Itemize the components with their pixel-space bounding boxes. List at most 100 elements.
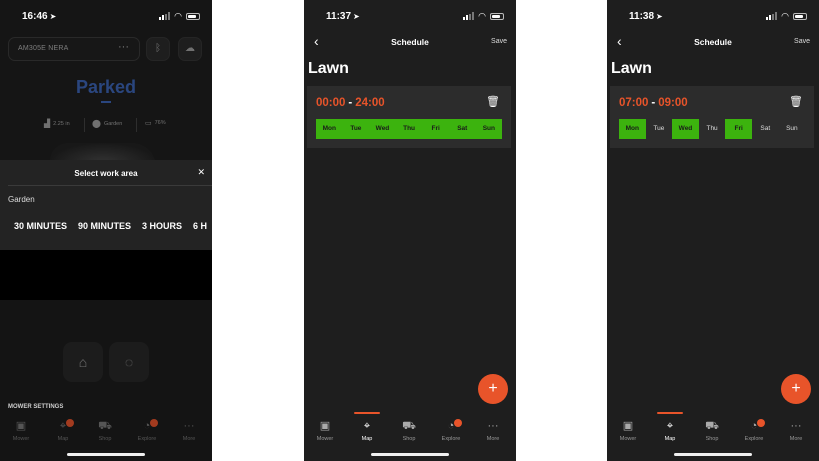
select-work-area-sheet: Select work area ✕ Garden 30 MINUTES 90 … xyxy=(0,160,212,250)
lightbulb-icon: ◔ xyxy=(750,420,758,432)
cart-icon: ⛟ xyxy=(705,420,719,432)
cut-height-value: 2.25 in xyxy=(53,120,70,127)
tab-more[interactable]: ··· More xyxy=(775,419,817,442)
location-arrow-icon: ➤ xyxy=(49,12,57,21)
end-time: 24:00 xyxy=(355,97,385,109)
tab-shop[interactable]: ⛟ Shop xyxy=(691,419,733,442)
bluetooth-icon: ᛒ xyxy=(155,43,161,54)
duration-90-minutes[interactable]: 90 MINUTES xyxy=(78,221,131,231)
save-button[interactable]: Save xyxy=(794,38,810,45)
cloud-button[interactable]: ☁ xyxy=(178,37,202,61)
day-wed[interactable]: Wed xyxy=(672,119,699,139)
status-bar: 16:46 ➤ ◠ xyxy=(0,0,212,34)
overlay-band xyxy=(0,250,212,300)
time-range[interactable]: 00:00-24:00 xyxy=(316,97,385,109)
tab-more[interactable]: ··· More xyxy=(168,419,210,442)
tab-map[interactable]: ⌖ Map xyxy=(42,419,84,442)
map-pin-icon: ⌖ xyxy=(59,420,67,432)
status-time: 11:38 xyxy=(629,11,655,22)
more-icon: ··· xyxy=(790,420,802,432)
home-indicator xyxy=(67,453,145,456)
day-fri[interactable]: Fri xyxy=(725,119,752,139)
notification-badge xyxy=(66,419,74,427)
duration-options: 30 MINUTES 90 MINUTES 3 HOURS 6 H xyxy=(14,221,207,231)
area-value: Garden xyxy=(103,120,123,127)
end-time: 09:00 xyxy=(658,97,688,109)
tab-shop[interactable]: ⛟ Shop xyxy=(84,419,126,442)
cart-icon: ⛟ xyxy=(402,420,416,432)
day-mon[interactable]: Mon xyxy=(619,119,646,139)
page-title: Schedule xyxy=(391,37,429,47)
save-button[interactable]: Save xyxy=(491,38,507,45)
tab-mower[interactable]: ▣ Mower xyxy=(304,419,346,442)
loading-spinner-icon: ◌ xyxy=(124,354,134,370)
notification-badge xyxy=(454,419,462,427)
add-schedule-button[interactable]: + xyxy=(478,374,508,404)
more-options-icon[interactable]: ··· xyxy=(118,41,129,53)
home-icon: ⌂ xyxy=(78,354,88,370)
bluetooth-button[interactable]: ᛒ xyxy=(146,37,170,61)
tab-explore[interactable]: ◔ Explore xyxy=(126,419,168,442)
divider xyxy=(8,185,212,186)
start-time: 07:00 xyxy=(619,97,649,109)
tab-explore[interactable]: ◔ Explore xyxy=(733,419,775,442)
status-bar: 11:37 ➤ ◠ xyxy=(304,0,516,34)
signal-icon xyxy=(766,12,778,20)
tab-map[interactable]: ⌖ Map xyxy=(649,412,691,442)
day-tue[interactable]: Tue xyxy=(342,119,370,139)
day-fri[interactable]: Fri xyxy=(422,119,449,139)
location-pin-icon: ⬤ xyxy=(92,119,101,128)
status-underline xyxy=(101,101,111,103)
map-pin-icon: ⌖ xyxy=(666,420,674,432)
duration-3-hours[interactable]: 3 HOURS xyxy=(142,221,182,231)
work-area-option[interactable]: Garden xyxy=(8,195,35,204)
day-selector: Mon Tue Wed Thu Fri Sat Sun xyxy=(316,119,503,139)
tab-map[interactable]: ⌖ Map xyxy=(346,412,388,442)
cut-height-icon: ▟ xyxy=(44,119,51,128)
signal-icon xyxy=(463,12,475,20)
schedule-card[interactable]: 07:00-09:00 🗑︎ Mon Tue Wed Thu Fri Sat S… xyxy=(610,86,814,148)
day-sun[interactable]: Sun xyxy=(475,119,503,139)
mower-status: Parked xyxy=(75,77,137,97)
wifi-icon: ◠ xyxy=(781,11,789,21)
mower-icon: ▣ xyxy=(319,420,331,432)
lightbulb-icon: ◔ xyxy=(447,420,455,432)
trash-icon[interactable]: 🗑︎ xyxy=(486,95,500,108)
mower-screen: 16:46 ➤ ◠ AM305E NERA ··· ᛒ ☁ Parked ▟ 2.2… xyxy=(0,0,212,461)
day-sat[interactable]: Sat xyxy=(752,119,779,139)
battery-icon xyxy=(793,12,807,20)
tab-explore[interactable]: ◔ Explore xyxy=(430,419,472,442)
park-button[interactable]: ⌂ xyxy=(63,342,103,382)
day-sun[interactable]: Sun xyxy=(779,119,806,139)
add-schedule-button[interactable]: + xyxy=(781,374,811,404)
wifi-icon: ◠ xyxy=(478,11,486,21)
divider xyxy=(136,118,137,132)
tab-more[interactable]: ··· More xyxy=(472,419,514,442)
mower-icon: ▣ xyxy=(622,420,634,432)
duration-6-hours[interactable]: 6 H xyxy=(193,221,207,231)
mower-selector[interactable]: AM305E NERA ··· xyxy=(8,37,140,61)
day-tue[interactable]: Tue xyxy=(646,119,673,139)
time-range[interactable]: 07:00-09:00 xyxy=(619,97,688,109)
status-time: 11:37 xyxy=(326,11,352,22)
day-mon[interactable]: Mon xyxy=(316,119,343,139)
duration-30-minutes[interactable]: 30 MINUTES xyxy=(14,221,67,231)
tab-mower[interactable]: ▣ Mower xyxy=(0,419,42,442)
plus-icon: + xyxy=(488,380,498,397)
cloud-icon: ☁ xyxy=(185,43,195,54)
start-button[interactable]: ◌ xyxy=(109,342,149,382)
status-time: 16:46 xyxy=(22,11,48,22)
day-wed[interactable]: Wed xyxy=(369,119,396,139)
tab-shop[interactable]: ⛟ Shop xyxy=(388,419,430,442)
schedule-card[interactable]: 00:00-24:00 🗑︎ Mon Tue Wed Thu Fri Sat S… xyxy=(307,86,511,148)
day-sat[interactable]: Sat xyxy=(448,119,476,139)
trash-icon[interactable]: 🗑︎ xyxy=(789,95,803,108)
signal-icon xyxy=(159,12,171,20)
day-thu[interactable]: Thu xyxy=(395,119,423,139)
close-icon[interactable]: ✕ xyxy=(197,167,205,178)
status-bar: 11:38 ➤ ◠ xyxy=(607,0,819,34)
day-thu[interactable]: Thu xyxy=(699,119,726,139)
tab-mower[interactable]: ▣ Mower xyxy=(607,419,649,442)
home-indicator xyxy=(674,453,752,456)
location-arrow-icon: ➤ xyxy=(656,12,663,21)
